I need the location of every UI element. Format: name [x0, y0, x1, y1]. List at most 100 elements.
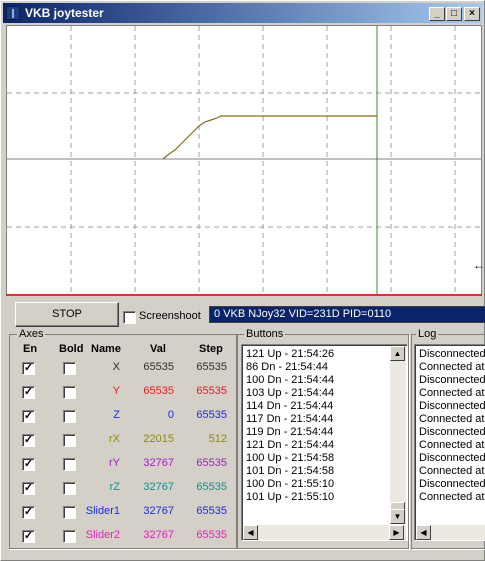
- list-item[interactable]: Disconnected: [415, 452, 485, 465]
- col-header-bold: Bold: [59, 343, 84, 355]
- axis-row: ✓ rX 22015 512: [1, 433, 231, 455]
- maximize-button[interactable]: □: [446, 7, 462, 21]
- plot-baseline: [6, 294, 482, 296]
- screenshot-checkbox[interactable]: [123, 311, 136, 324]
- buttons-group-title: Buttons: [244, 328, 286, 340]
- stop-button[interactable]: STOP: [15, 302, 119, 327]
- axis-bold-checkbox[interactable]: [63, 386, 76, 399]
- axis-value: 32767: [143, 481, 174, 493]
- list-item[interactable]: Connected at: [415, 465, 485, 478]
- list-item[interactable]: 100 Up - 21:54:58: [242, 452, 392, 465]
- list-item[interactable]: Disconnected: [415, 478, 485, 491]
- axes-group-title: Axes: [17, 328, 46, 340]
- axis-trace: [162, 115, 377, 160]
- axis-enable-checkbox[interactable]: ✓: [22, 530, 35, 543]
- minimize-button[interactable]: _: [429, 7, 445, 21]
- plot-canvas: [7, 26, 481, 294]
- axis-enable-checkbox[interactable]: ✓: [22, 410, 35, 423]
- screenshot-label: Screenshoot: [139, 310, 201, 322]
- device-select[interactable]: 0 VKB NJoy32 VID=231D PID=0110: [209, 306, 485, 323]
- app-window: VKB joytester _ □ × ← STOP Screenshoot 0…: [0, 0, 485, 561]
- list-item[interactable]: 101 Up - 21:55:10: [242, 491, 392, 504]
- axis-name: rY: [109, 457, 120, 469]
- scroll-up-icon[interactable]: ▲: [390, 346, 405, 361]
- axis-row: ✓ X 65535 65535: [1, 361, 231, 383]
- axis-row: ✓ Slider1 32767 65535: [1, 505, 231, 527]
- axis-value: 65535: [143, 361, 174, 373]
- axis-bold-checkbox[interactable]: [63, 530, 76, 543]
- axis-enable-checkbox[interactable]: ✓: [22, 506, 35, 519]
- axis-step: 65535: [196, 481, 227, 493]
- axis-name: Z: [113, 409, 120, 421]
- list-item[interactable]: 119 Dn - 21:54:44: [242, 426, 392, 439]
- scroll-down-icon[interactable]: ▼: [390, 509, 405, 524]
- col-header-val: Val: [150, 343, 166, 355]
- list-item[interactable]: Connected at: [415, 361, 485, 374]
- axis-enable-checkbox[interactable]: ✓: [22, 434, 35, 447]
- list-item[interactable]: 101 Dn - 21:54:58: [242, 465, 392, 478]
- axis-enable-checkbox[interactable]: ✓: [22, 458, 35, 471]
- axis-enable-checkbox[interactable]: ✓: [22, 362, 35, 375]
- axis-value: 0: [167, 409, 174, 421]
- list-item[interactable]: Connected at: [415, 387, 485, 400]
- buttons-hscroll[interactable]: ◀ ▶: [243, 525, 406, 540]
- col-header-en: En: [23, 343, 38, 355]
- list-item[interactable]: 103 Up - 21:54:44: [242, 387, 392, 400]
- log-list-items: Disconnected Connected at Disconnected Conn…: [415, 348, 485, 504]
- axis-enable-checkbox[interactable]: ✓: [22, 386, 35, 399]
- axis-bold-checkbox[interactable]: [63, 482, 76, 495]
- axis-name: rX: [109, 433, 120, 445]
- list-item[interactable]: 121 Dn - 21:54:44: [242, 439, 392, 452]
- axis-step: 65535: [196, 409, 227, 421]
- axis-value: 22015: [143, 433, 174, 445]
- list-item[interactable]: Connected at: [415, 439, 485, 452]
- axis-step: 65535: [196, 361, 227, 373]
- axis-name: Slider2: [85, 529, 120, 541]
- list-item[interactable]: Disconnected: [415, 426, 485, 439]
- log-hscroll[interactable]: ◀: [416, 525, 485, 540]
- log-list[interactable]: Disconnected Connected at Disconnected Conn…: [414, 344, 485, 541]
- list-item[interactable]: Disconnected: [415, 400, 485, 413]
- buttons-list[interactable]: 121 Up - 21:54:26 86 Dn - 21:54:44 100 Dn …: [241, 344, 408, 541]
- list-item[interactable]: 114 Dn - 21:54:44: [242, 400, 392, 413]
- window-title: VKB joytester: [25, 6, 104, 20]
- list-item[interactable]: Disconnected: [415, 348, 485, 361]
- list-item[interactable]: 117 Dn - 21:54:44: [242, 413, 392, 426]
- axis-step: 512: [208, 433, 227, 445]
- axis-step: 65535: [196, 385, 227, 397]
- axis-bold-checkbox[interactable]: [63, 458, 76, 471]
- axis-name: rZ: [109, 481, 120, 493]
- axis-name: X: [112, 361, 120, 373]
- list-item[interactable]: 121 Up - 21:54:26: [242, 348, 392, 361]
- axis-enable-checkbox[interactable]: ✓: [22, 482, 35, 495]
- list-item[interactable]: Connected at: [415, 413, 485, 426]
- log-group-title: Log: [416, 328, 439, 340]
- axis-bold-checkbox[interactable]: [63, 410, 76, 423]
- axis-value: 65535: [143, 385, 174, 397]
- axis-row: ✓ Slider2 32767 65535: [1, 529, 231, 551]
- list-item[interactable]: 86 Dn - 21:54:44: [242, 361, 392, 374]
- list-item[interactable]: Disconnected: [415, 374, 485, 387]
- axis-row: ✓ Y 65535 65535: [1, 385, 231, 407]
- axis-bold-checkbox[interactable]: [63, 434, 76, 447]
- title-bar[interactable]: VKB joytester _ □ ×: [3, 3, 482, 23]
- axis-step: 65535: [196, 457, 227, 469]
- scroll-right-icon[interactable]: ▶: [389, 525, 404, 540]
- col-header-step: Step: [199, 343, 223, 355]
- axis-step: 65535: [196, 529, 227, 541]
- buttons-vscroll[interactable]: ▲ ▼: [390, 346, 406, 524]
- list-item[interactable]: 100 Dn - 21:54:44: [242, 374, 392, 387]
- axis-name: Slider1: [85, 505, 120, 517]
- axis-bold-checkbox[interactable]: [63, 362, 76, 375]
- scroll-left-icon[interactable]: ◀: [416, 525, 431, 540]
- axis-bold-checkbox[interactable]: [63, 506, 76, 519]
- axis-row: ✓ rY 32767 65535: [1, 457, 231, 479]
- axis-value: 32767: [143, 457, 174, 469]
- left-arrow-icon: ←: [473, 258, 485, 272]
- axis-step: 65535: [196, 505, 227, 517]
- axis-plot: [6, 25, 482, 295]
- list-item[interactable]: 100 Dn - 21:55:10: [242, 478, 392, 491]
- list-item[interactable]: Connected at: [415, 491, 485, 504]
- scroll-left-icon[interactable]: ◀: [243, 525, 258, 540]
- close-button[interactable]: ×: [464, 7, 480, 21]
